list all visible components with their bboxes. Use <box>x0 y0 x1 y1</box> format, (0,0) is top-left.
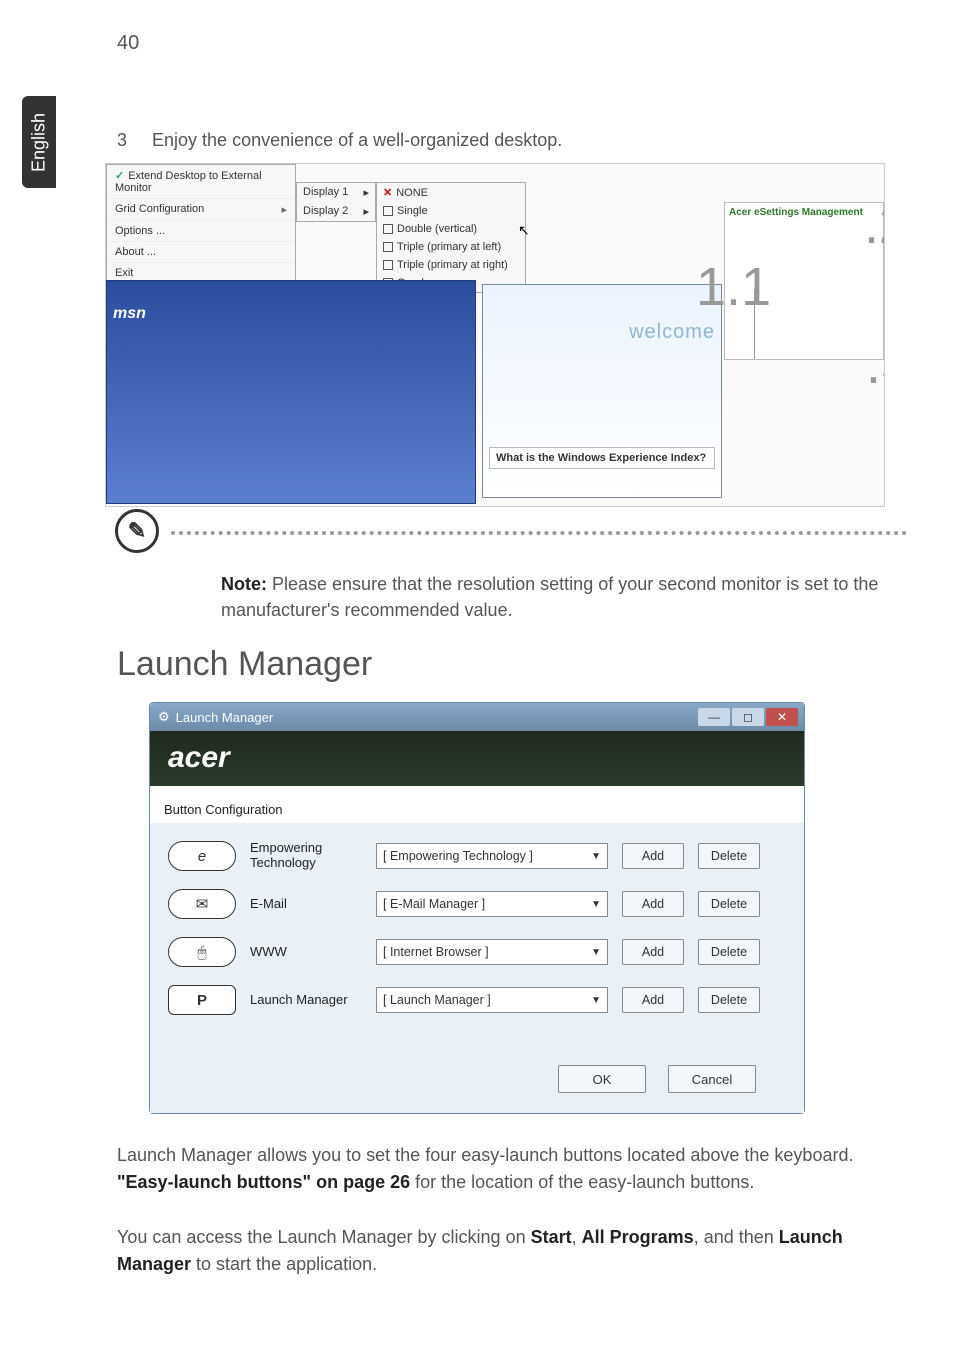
minimize-button[interactable]: — <box>698 708 730 726</box>
launch-manager-window: ⚙ Launch Manager — ◻ ✕ acer Button Confi… <box>149 702 805 1114</box>
dotted-divider <box>171 531 907 535</box>
chevron-down-icon: ▼ <box>591 851 601 862</box>
ok-button[interactable]: OK <box>558 1065 646 1093</box>
menu-display-1[interactable]: Display 1▸ <box>297 183 375 202</box>
annotation-1-1: 1.1 <box>696 256 771 318</box>
add-button-email[interactable]: Add <box>622 891 684 917</box>
delete-button-email[interactable]: Delete <box>698 891 760 917</box>
display-submenu: Display 1▸ Display 2▸ <box>296 182 376 222</box>
keycap-www: 🖱 <box>168 937 236 967</box>
button-configuration-label: Button Configuration <box>164 802 283 817</box>
menu-grid-configuration[interactable]: Grid Configuration▸ <box>107 199 295 221</box>
combo-value: [ Internet Browser ] <box>383 945 489 959</box>
lm-titlebar: ⚙ Launch Manager — ◻ ✕ <box>150 703 804 731</box>
chevron-down-icon: ▼ <box>591 947 601 958</box>
note-icon: ✎ <box>115 509 159 553</box>
check-icon: ✓ <box>115 170 124 182</box>
maximize-button[interactable]: ◻ <box>732 708 764 726</box>
key-label-email: E-Mail <box>250 897 362 912</box>
msn-window-thumb: msn <box>106 280 476 504</box>
step-text: Enjoy the convenience of a well-organize… <box>152 130 562 150</box>
layout-triple-left-icon <box>383 242 393 252</box>
annotation-line <box>754 289 755 359</box>
chevron-right-icon: ▸ <box>363 186 369 199</box>
annotation-3: .3 <box>866 334 885 396</box>
combo-value: [ Empowering Technology ] <box>383 849 533 863</box>
lm-window-title: Launch Manager <box>176 710 274 725</box>
keycap-email: ✉ <box>168 889 236 919</box>
language-tab: English <box>22 96 56 188</box>
lm-row-email: ✉ E-Mail [ E-Mail Manager ] ▼ Add Delete <box>168 889 786 919</box>
add-button-launchmgr[interactable]: Add <box>622 987 684 1013</box>
combo-value: [ Launch Manager ] <box>383 993 491 1007</box>
x-icon: ✕ <box>383 186 392 199</box>
key-label-launchmgr: Launch Manager <box>250 993 362 1008</box>
menu-grid-single[interactable]: Single <box>377 202 525 220</box>
cursor-icon: ↖ <box>518 222 530 239</box>
paragraph-1: Launch Manager allows you to set the fou… <box>117 1142 907 1196</box>
combo-launchmgr[interactable]: [ Launch Manager ] ▼ <box>376 987 608 1013</box>
key-label-www: WWW <box>250 945 362 960</box>
combo-www[interactable]: [ Internet Browser ] ▼ <box>376 939 608 965</box>
easy-launch-ref: "Easy-launch buttons" on page 26 <box>117 1172 410 1192</box>
cancel-button[interactable]: Cancel <box>668 1065 756 1093</box>
menu-options[interactable]: Options ... <box>107 221 295 242</box>
step-number: 3 <box>117 130 147 151</box>
acer-esettings-title: Acer eSettings Management <box>729 207 879 218</box>
chevron-down-icon: ▼ <box>591 899 601 910</box>
note-text: Note: Please ensure that the resolution … <box>221 571 907 623</box>
welcome-center-thumb: welcome What is the Windows Experience I… <box>482 284 722 498</box>
note-body: Please ensure that the resolution settin… <box>221 574 878 620</box>
note-label: Note: <box>221 574 267 594</box>
acer-logo: acer <box>168 741 230 775</box>
menu-grid-none[interactable]: ✕NONE <box>377 183 525 202</box>
lm-header: acer Button Configuration <box>150 731 804 823</box>
layout-single-icon <box>383 206 393 216</box>
note-divider-row: ✎ <box>117 513 907 553</box>
add-button-www[interactable]: Add <box>622 939 684 965</box>
keycap-p: P <box>168 985 236 1015</box>
annotation-2: .2 <box>864 194 885 256</box>
menu-display-2[interactable]: Display 2▸ <box>297 202 375 221</box>
step-line: 3 Enjoy the convenience of a well-organi… <box>117 130 907 151</box>
chevron-right-icon: ▸ <box>363 205 369 218</box>
wei-question: What is the Windows Experience Index? <box>489 447 715 469</box>
page-number: 40 <box>117 32 139 55</box>
gridvista-screenshot: ✓Extend Desktop to External Monitor Grid… <box>105 163 885 507</box>
launch-manager-heading: Launch Manager <box>117 645 907 684</box>
chevron-right-icon: ▸ <box>281 203 287 216</box>
lm-footer: OK Cancel <box>150 1043 804 1113</box>
menu-grid-triple-left[interactable]: Triple (primary at left) <box>377 238 525 256</box>
combo-empowering[interactable]: [ Empowering Technology ] ▼ <box>376 843 608 869</box>
lm-row-www: 🖱 WWW [ Internet Browser ] ▼ Add Delete <box>168 937 786 967</box>
lm-row-launchmgr: P Launch Manager [ Launch Manager ] ▼ Ad… <box>168 985 786 1015</box>
keycap-empowering: e <box>168 841 236 871</box>
context-menu: ✓Extend Desktop to External Monitor Grid… <box>106 164 296 285</box>
menu-about[interactable]: About ... <box>107 242 295 263</box>
delete-button-launchmgr[interactable]: Delete <box>698 987 760 1013</box>
delete-button-empowering[interactable]: Delete <box>698 843 760 869</box>
chevron-down-icon: ▼ <box>591 995 601 1006</box>
delete-button-www[interactable]: Delete <box>698 939 760 965</box>
menu-grid-triple-right[interactable]: Triple (primary at right) <box>377 256 525 274</box>
app-icon: ⚙ <box>158 709 170 725</box>
paragraph-2: You can access the Launch Manager by cli… <box>117 1224 907 1278</box>
layout-triple-right-icon <box>383 260 393 270</box>
menu-grid-double-vertical[interactable]: Double (vertical) <box>377 220 525 238</box>
lm-body: e Empowering Technology [ Empowering Tec… <box>150 823 804 1043</box>
menu-extend-desktop[interactable]: ✓Extend Desktop to External Monitor <box>107 165 295 199</box>
combo-value: [ E-Mail Manager ] <box>383 897 485 911</box>
grid-layout-submenu: ✕NONE Single Double (vertical) Triple (p… <box>376 182 526 293</box>
welcome-label: welcome <box>629 321 715 344</box>
lm-row-empowering: e Empowering Technology [ Empowering Tec… <box>168 841 786 871</box>
combo-email[interactable]: [ E-Mail Manager ] ▼ <box>376 891 608 917</box>
add-button-empowering[interactable]: Add <box>622 843 684 869</box>
msn-logo: msn <box>113 305 146 323</box>
key-label-empowering: Empowering Technology <box>250 841 362 871</box>
close-button[interactable]: ✕ <box>766 708 798 726</box>
layout-double-icon <box>383 224 393 234</box>
